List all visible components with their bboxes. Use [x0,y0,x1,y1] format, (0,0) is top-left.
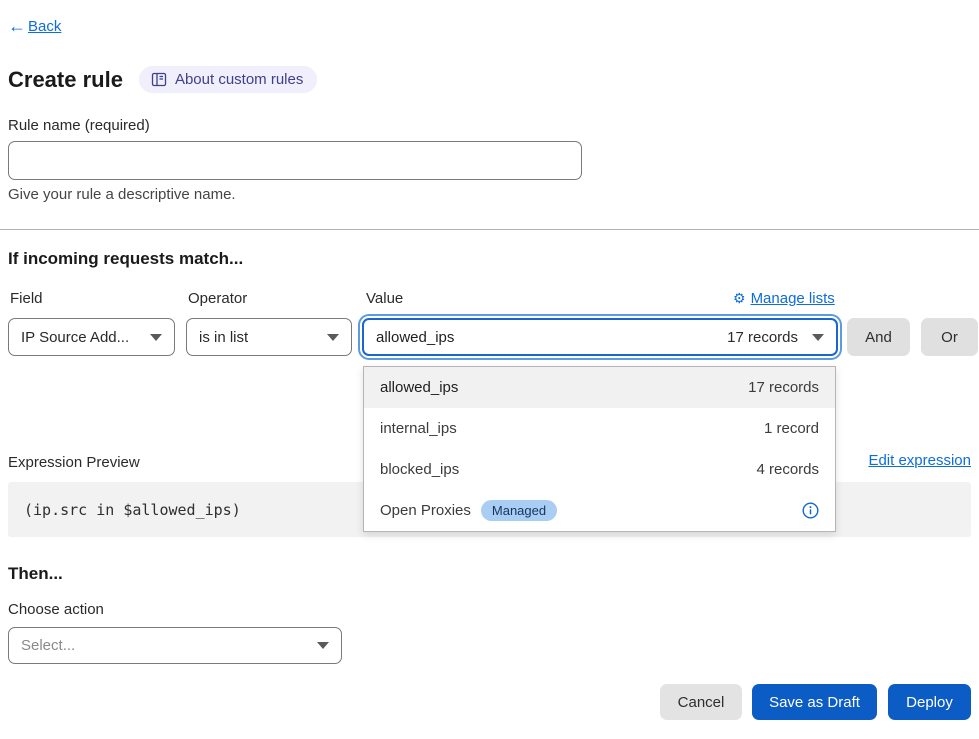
action-select[interactable]: Select... [8,627,342,664]
field-select[interactable]: IP Source Add... [8,318,175,356]
option-name: Open Proxies [380,502,471,519]
chevron-down-icon [812,334,824,341]
operator-select-value: is in list [199,329,248,346]
page-title: Create rule [8,67,123,93]
option-record-count: 4 records [756,461,819,478]
dropdown-option-blocked-ips[interactable]: blocked_ips 4 records [364,449,835,490]
value-select[interactable]: allowed_ips 17 records [362,318,838,356]
choose-action-label: Choose action [8,601,104,618]
option-record-count: 1 record [764,420,819,437]
back-link-label: Back [28,18,61,35]
value-column-label: Value [366,290,403,307]
book-icon [151,72,167,87]
dropdown-option-open-proxies[interactable]: Open Proxies Managed [364,490,835,531]
option-record-count: 17 records [748,379,819,396]
option-name: blocked_ips [380,461,459,478]
rule-name-helper-text: Give your rule a descriptive name. [8,186,236,203]
expression-code: (ip.src in $allowed_ips) [8,501,241,519]
edit-expression-link[interactable]: Edit expression [868,452,971,469]
deploy-button[interactable]: Deploy [888,684,971,720]
action-select-placeholder: Select... [21,637,75,654]
value-select-record-count: 17 records [727,329,798,346]
about-custom-rules-link[interactable]: About custom rules [139,66,317,93]
operator-column-label: Operator [188,290,247,307]
manage-lists-label: Manage lists [751,290,835,307]
section-divider [0,229,979,230]
value-select-selected: allowed_ips [376,329,454,346]
about-custom-rules-label: About custom rules [175,71,303,88]
and-button[interactable]: And [847,318,910,356]
title-row: Create rule About custom rules [8,66,317,93]
then-section-heading: Then... [8,564,63,584]
option-name: allowed_ips [380,379,458,396]
chevron-down-icon [327,334,339,341]
chevron-down-icon [150,334,162,341]
operator-select[interactable]: is in list [186,318,352,356]
field-column-label: Field [10,290,43,307]
info-icon[interactable] [802,502,819,519]
manage-lists-link[interactable]: ⚙ Manage lists [733,290,835,307]
chevron-down-icon [317,642,329,649]
cancel-button[interactable]: Cancel [660,684,742,720]
rule-name-label: Rule name (required) [8,117,150,134]
gear-icon: ⚙ [733,290,746,307]
match-section-heading: If incoming requests match... [8,249,243,269]
value-dropdown-panel: allowed_ips 17 records internal_ips 1 re… [363,366,836,532]
dropdown-option-internal-ips[interactable]: internal_ips 1 record [364,408,835,449]
save-as-draft-button[interactable]: Save as Draft [752,684,877,720]
back-link[interactable]: ← Back [8,16,61,37]
or-button[interactable]: Or [921,318,978,356]
option-name: internal_ips [380,420,457,437]
rule-name-input[interactable] [8,141,582,180]
managed-badge: Managed [481,500,557,521]
create-rule-page: ← Back Create rule About custom rules Ru… [0,0,979,739]
expression-preview-label: Expression Preview [8,454,140,471]
back-arrow-icon: ← [8,16,26,37]
field-select-value: IP Source Add... [21,329,129,346]
dropdown-option-allowed-ips[interactable]: allowed_ips 17 records [364,367,835,408]
